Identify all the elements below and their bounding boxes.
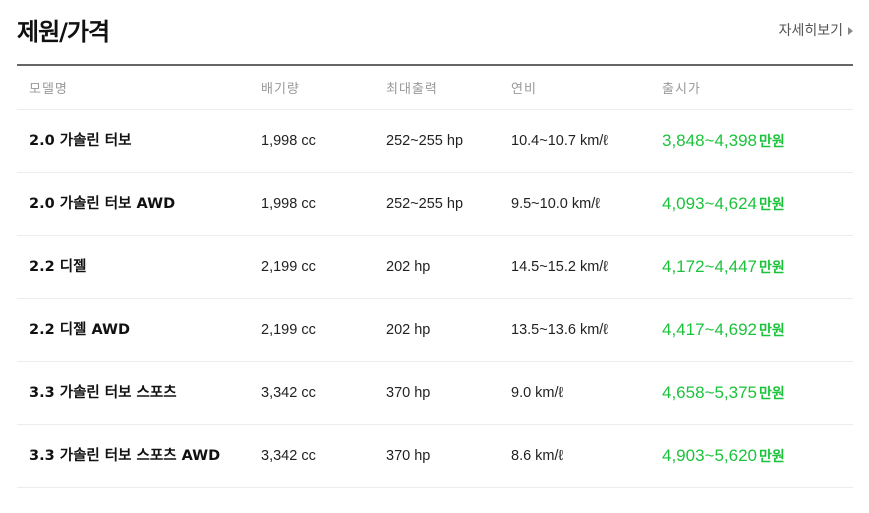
fuel-economy-cell: 10.4~10.7 km/ℓ bbox=[499, 109, 650, 173]
power-cell: 252~255 hp bbox=[374, 172, 499, 236]
view-details-link[interactable]: 자세히보기 bbox=[779, 20, 853, 40]
model-name-cell: 3.3 가솔린 터보 스포츠 AWD bbox=[17, 424, 249, 488]
price-unit: 만원 bbox=[759, 322, 785, 339]
displacement-cell: 2,199 cc bbox=[249, 235, 374, 299]
price-unit: 만원 bbox=[759, 385, 785, 402]
price-value: 4,417~4,692 bbox=[662, 319, 758, 339]
price-unit: 만원 bbox=[759, 196, 785, 213]
displacement-cell: 3,342 cc bbox=[249, 361, 374, 425]
price-cell: 4,658~5,375 만원 bbox=[650, 361, 853, 425]
spec-price-table: 모델명 배기량 최대출력 연비 출시가 2.0 가솔린 터보 1,998 cc 25… bbox=[17, 64, 853, 488]
fuel-economy-cell: 9.0 km/ℓ bbox=[499, 361, 650, 425]
section-title: 제원/가격 bbox=[17, 18, 110, 46]
price-value: 3,848~4,398 bbox=[662, 130, 758, 150]
power-cell: 370 hp bbox=[374, 361, 499, 425]
model-name-cell: 2.0 가솔린 터보 bbox=[17, 109, 249, 173]
model-name-cell: 2.0 가솔린 터보 AWD bbox=[17, 172, 249, 236]
power-cell: 202 hp bbox=[374, 235, 499, 299]
price-unit: 만원 bbox=[759, 259, 785, 276]
price-cell: 3,848~4,398 만원 bbox=[650, 109, 853, 173]
price-value: 4,903~5,620 bbox=[662, 445, 758, 465]
table-header-row: 모델명 배기량 최대출력 연비 출시가 bbox=[17, 65, 853, 110]
power-cell: 370 hp bbox=[374, 424, 499, 488]
table-row[interactable]: 3.3 가솔린 터보 스포츠 3,342 cc 370 hp 9.0 km/ℓ 4,65… bbox=[17, 361, 853, 425]
displacement-cell: 2,199 cc bbox=[249, 298, 374, 362]
fuel-economy-cell: 13.5~13.6 km/ℓ bbox=[499, 298, 650, 362]
displacement-cell: 3,342 cc bbox=[249, 424, 374, 488]
chevron-right-icon bbox=[848, 26, 853, 35]
model-name-cell: 2.2 디젤 AWD bbox=[17, 298, 249, 362]
displacement-cell: 1,998 cc bbox=[249, 109, 374, 173]
column-header-displacement: 배기량 bbox=[249, 65, 374, 110]
model-name-cell: 2.2 디젤 bbox=[17, 235, 249, 299]
price-cell: 4,093~4,624 만원 bbox=[650, 172, 853, 236]
power-cell: 252~255 hp bbox=[374, 109, 499, 173]
table-row[interactable]: 3.3 가솔린 터보 스포츠 AWD 3,342 cc 370 hp 8.6 km/ℓ… bbox=[17, 424, 853, 488]
price-value: 4,093~4,624 bbox=[662, 193, 758, 213]
price-cell: 4,172~4,447 만원 bbox=[650, 235, 853, 299]
price-cell: 4,417~4,692 만원 bbox=[650, 298, 853, 362]
price-cell: 4,903~5,620 만원 bbox=[650, 424, 853, 488]
table-row[interactable]: 2.0 가솔린 터보 AWD 1,998 cc 252~255 hp 9.5~10.0… bbox=[17, 172, 853, 236]
price-unit: 만원 bbox=[759, 448, 785, 465]
table-row[interactable]: 2.2 디젤 AWD 2,199 cc 202 hp 13.5~13.6 km/ℓ 4,… bbox=[17, 298, 853, 362]
power-cell: 202 hp bbox=[374, 298, 499, 362]
column-header-price: 출시가 bbox=[650, 65, 853, 110]
section-header: 제원/가격 자세히보기 bbox=[17, 0, 853, 64]
fuel-economy-cell: 8.6 km/ℓ bbox=[499, 424, 650, 488]
column-header-fuel-economy: 연비 bbox=[499, 65, 650, 110]
displacement-cell: 1,998 cc bbox=[249, 172, 374, 236]
price-unit: 만원 bbox=[759, 133, 785, 150]
table-row[interactable]: 2.2 디젤 2,199 cc 202 hp 14.5~15.2 km/ℓ 4,172~… bbox=[17, 235, 853, 299]
fuel-economy-cell: 14.5~15.2 km/ℓ bbox=[499, 235, 650, 299]
column-header-power: 최대출력 bbox=[374, 65, 499, 110]
column-header-model: 모델명 bbox=[17, 65, 249, 110]
table-row[interactable]: 2.0 가솔린 터보 1,998 cc 252~255 hp 10.4~10.7 km… bbox=[17, 109, 853, 173]
price-value: 4,172~4,447 bbox=[662, 256, 758, 276]
price-value: 4,658~5,375 bbox=[662, 382, 758, 402]
view-details-label: 자세히보기 bbox=[778, 23, 843, 39]
model-name-cell: 3.3 가솔린 터보 스포츠 bbox=[17, 361, 249, 425]
fuel-economy-cell: 9.5~10.0 km/ℓ bbox=[499, 172, 650, 236]
